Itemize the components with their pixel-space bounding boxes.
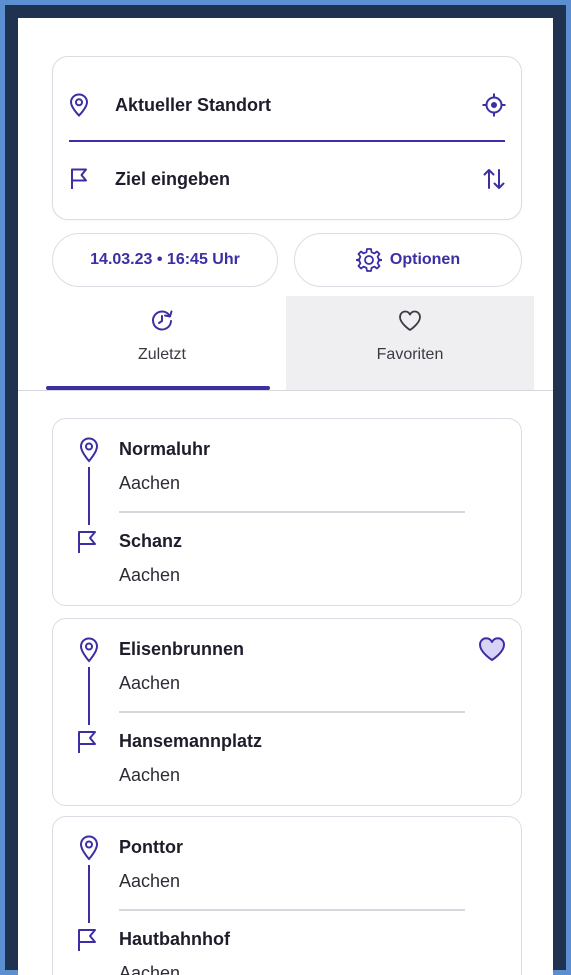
destination-stop-name: Hansemannplatz: [119, 731, 263, 751]
tab-recent-label: Zuletzt: [137, 346, 186, 363]
origin-row[interactable]: Aktueller Standort: [53, 81, 521, 129]
origin-stop-name: Normaluhr: [119, 439, 211, 459]
search-divider: [69, 140, 505, 142]
recent-trip-card[interactable]: Normaluhr Aachen Schanz Aachen: [52, 418, 522, 606]
destination-stop-name: Schanz: [119, 531, 183, 551]
flag-icon: [71, 168, 87, 189]
options-button[interactable]: Optionen: [294, 233, 522, 287]
origin-stop-city: Aachen: [119, 871, 181, 891]
tab-recent[interactable]: Zuletzt: [38, 296, 286, 391]
destination-stop-city: Aachen: [119, 565, 181, 585]
location-pin-icon: [79, 835, 99, 861]
stop-divider: [119, 511, 465, 513]
origin-label: Aktueller Standort: [115, 94, 272, 115]
destination-stop-name: Hautbahnhof: [119, 929, 230, 949]
tabs-divider: [18, 390, 553, 391]
datetime-button[interactable]: 14.03.23 • 16:45 Uhr: [52, 233, 278, 287]
app-screen: Aktueller Standort Ziel eingeben 14.03.2: [18, 18, 553, 975]
route-search-card: Aktueller Standort Ziel eingeben: [52, 56, 522, 220]
destination-stop-city: Aachen: [119, 765, 181, 785]
destination-label: Ziel eingeben: [115, 168, 231, 189]
route-connector: [88, 865, 90, 923]
tab-favorites[interactable]: Favoriten: [286, 296, 534, 391]
favorite-heart-icon[interactable]: [477, 635, 507, 663]
origin-stop-city: Aachen: [119, 473, 181, 493]
datetime-label: 14.03.23 • 16:45 Uhr: [90, 251, 240, 268]
route-connector: [88, 467, 90, 525]
location-pin-icon: [79, 437, 99, 463]
origin-stop-name: Ponttor: [119, 837, 183, 857]
swap-icon[interactable]: [481, 166, 507, 192]
flag-icon: [78, 731, 96, 753]
flag-icon: [78, 531, 96, 553]
stop-divider: [119, 711, 465, 713]
current-location-icon[interactable]: [481, 92, 507, 118]
destination-row[interactable]: Ziel eingeben: [53, 155, 521, 203]
stop-divider: [119, 909, 465, 911]
tab-bar: Zuletzt Favoriten: [18, 296, 553, 391]
gear-icon: [355, 248, 382, 272]
options-label: Optionen: [389, 251, 461, 268]
history-icon: [152, 310, 173, 331]
origin-stop-city: Aachen: [119, 673, 181, 693]
location-pin-icon: [69, 93, 89, 117]
recent-trip-card[interactable]: Ponttor Aachen Hautbahnhof Aachen: [52, 816, 522, 975]
destination-stop-city: Aachen: [119, 963, 181, 975]
location-pin-icon: [79, 637, 99, 663]
tab-favorites-label: Favoriten: [376, 346, 444, 363]
recent-trip-card[interactable]: Elisenbrunnen Aachen Hansemannplatz Aach…: [52, 618, 522, 806]
flag-icon: [78, 929, 96, 951]
origin-stop-name: Elisenbrunnen: [119, 639, 245, 659]
heart-icon: [399, 310, 421, 331]
route-connector: [88, 667, 90, 725]
